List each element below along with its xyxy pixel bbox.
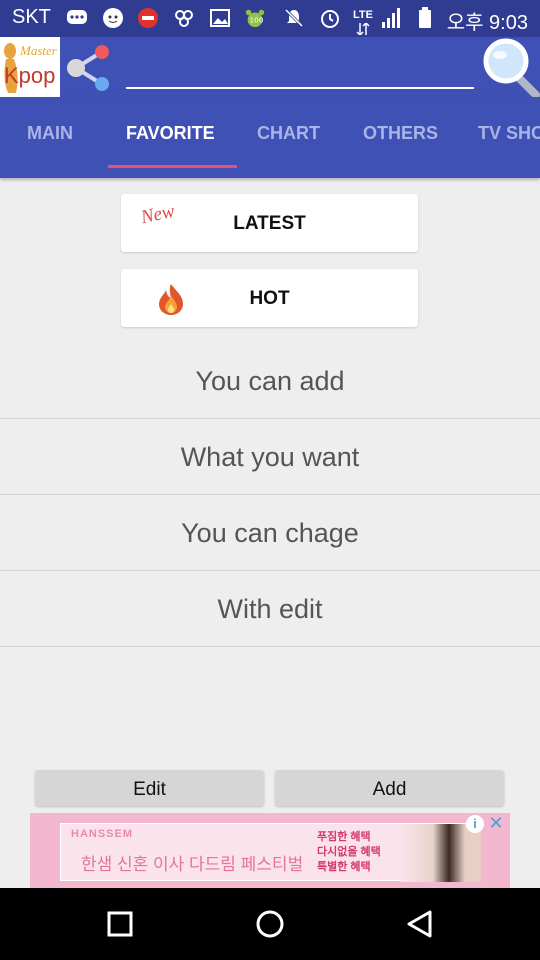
list-item[interactable]: You can chage [0,495,540,571]
chat-icon [66,7,88,29]
ad-close-icon[interactable]: ✕ [486,813,506,833]
latest-label: LATEST [233,213,306,234]
cgv-app-icon [137,7,159,29]
svg-text:100: 100 [250,16,264,25]
search-icon[interactable] [478,37,540,99]
tab-indicator [108,165,237,168]
recent-apps-icon[interactable] [104,908,136,940]
paw-app-icon: 100 [244,7,266,29]
search-input[interactable] [126,51,474,85]
search-underline [126,87,474,89]
tab-chart[interactable]: CHART [257,123,320,144]
share-icon[interactable] [64,41,114,93]
screen: SKT 100 LTE 오후 9:03 Master Kpop MAIN FAV… [0,0,540,960]
list-item[interactable]: What you want [0,419,540,495]
edit-button[interactable]: Edit [35,770,264,806]
tab-bar: MAIN FAVORITE CHART OTHERS TV SHOW [0,97,540,178]
ad-headline: 한샘 신혼 이사 다드림 페스티벌 [81,855,304,874]
ad-brand: HANSSEM [71,828,134,840]
tab-main[interactable]: MAIN [27,123,73,144]
ad-banner[interactable]: HANSSEM 한샘 신혼 이사 다드림 페스티벌 푸짐한 혜택 다시없을 혜택… [30,813,510,888]
add-button[interactable]: Add [275,770,504,806]
list-item-label: What you want [180,442,360,472]
ad-photo [401,824,481,882]
tab-others[interactable]: OTHERS [363,123,438,144]
ad-side-line: 특별한 혜택 [317,861,371,873]
ad-info-icon[interactable]: i [466,815,484,833]
list-item-label: With edit [217,594,323,624]
app-logo[interactable]: Master Kpop [0,37,60,97]
navigation-bar [0,888,540,960]
logo-small-text: Master [20,43,57,58]
ad-content: HANSSEM 한샘 신혼 이사 다드림 페스티벌 푸짐한 혜택 다시없을 혜택… [60,823,481,882]
ad-side-text: 푸짐한 혜택 다시없을 혜택 특별한 혜택 [317,830,387,875]
gallery-icon [209,7,231,29]
signal-icon [381,7,403,29]
list-item-label: You can add [195,366,345,396]
app-bar: Master Kpop [0,37,540,99]
hot-label: HOT [249,288,290,309]
list-item-label: You can chage [181,518,359,548]
face-app-icon [102,7,124,29]
latest-card[interactable]: New LATEST [121,194,418,252]
clock: 오후 9:03 [446,12,528,34]
link-app-icon [173,7,195,29]
ad-side-line: 다시없을 혜택 [317,846,381,858]
hot-card[interactable]: HOT [121,269,418,327]
ad-side-line: 푸짐한 혜택 [317,831,371,843]
battery-icon [414,7,436,29]
home-icon[interactable] [254,908,286,940]
list-item[interactable]: You can add [0,343,540,419]
logo-main-text: Kpop [4,63,56,88]
tab-favorite[interactable]: FAVORITE [126,123,215,144]
mute-icon [283,7,305,29]
list-item[interactable]: With edit [0,571,540,647]
carrier-label: SKT [12,6,51,28]
alarm-icon [319,7,341,29]
back-icon[interactable] [404,908,436,940]
tab-tv-show[interactable]: TV SHOW [478,123,540,144]
status-bar: SKT 100 LTE 오후 9:03 [0,0,540,37]
